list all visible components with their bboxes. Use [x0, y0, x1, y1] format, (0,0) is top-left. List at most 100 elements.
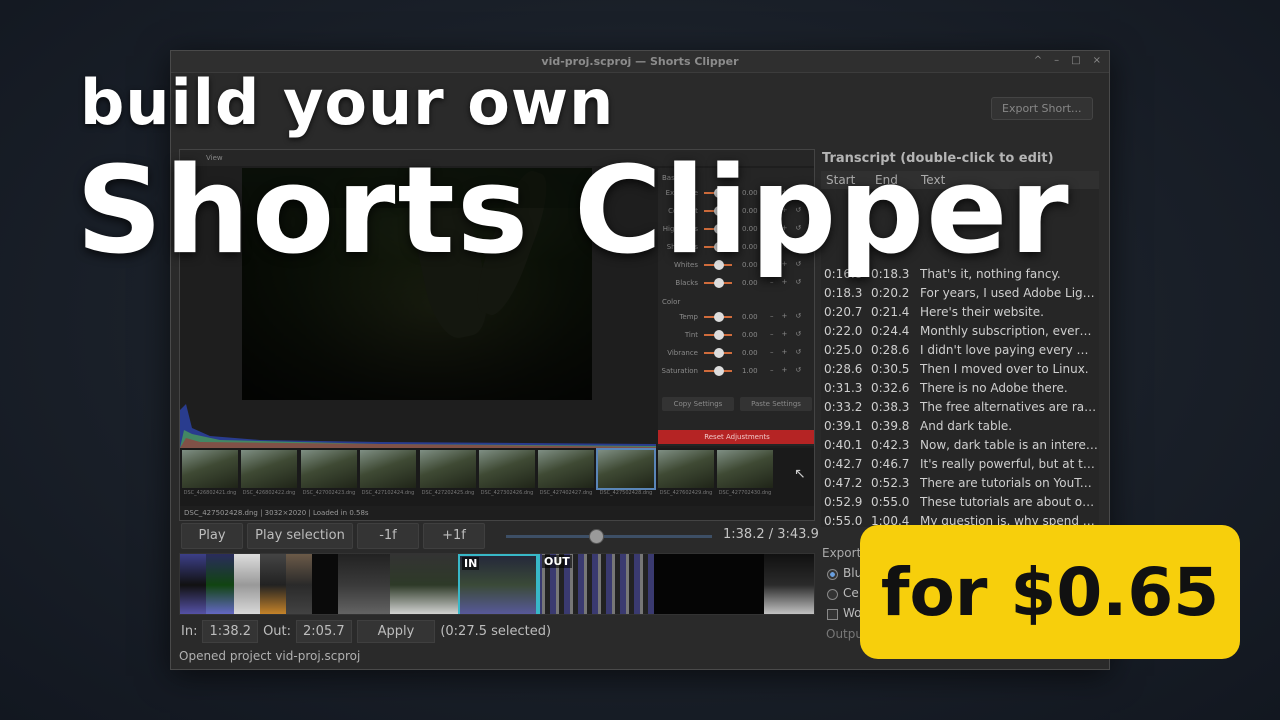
timeline-frame: [206, 554, 234, 614]
transcript-row[interactable]: 0:47.2 0:52.3 There are tutorials on YouTu…: [821, 474, 1099, 493]
thumbnail-name: DSC_427202425.dng: [421, 490, 475, 496]
slider-knob[interactable]: [714, 312, 724, 322]
color-section-label: Color: [662, 298, 681, 306]
thumbnail-name: DSC_427302426.dng: [480, 490, 534, 496]
play-selection-button[interactable]: Play selection: [247, 523, 353, 549]
plus-minus-icon[interactable]: –+↺: [770, 330, 809, 338]
thumbnail-name: DSC_427002423.dng: [302, 490, 356, 496]
timeline-frame: [390, 554, 458, 614]
thumbnail-name: DSC_427702430.dng: [718, 490, 772, 496]
window-maximize-icon[interactable]: □: [1071, 55, 1080, 66]
adj-row[interactable]: Saturation 1.00 –+↺: [658, 364, 814, 378]
export-option-checkbox[interactable]: [827, 609, 838, 620]
adj-label: Temp: [679, 313, 698, 321]
thumbnail[interactable]: [420, 450, 476, 488]
seek-knob[interactable]: [589, 529, 605, 544]
out-label: Out:: [263, 623, 292, 639]
transcript-row[interactable]: 0:28.6 0:30.5 Then I moved over to Linux.: [821, 360, 1099, 379]
timeline-frame: [338, 554, 390, 614]
back-frame-button[interactable]: -1f: [357, 523, 419, 549]
out-time-field[interactable]: 2:05.7: [296, 619, 352, 643]
transport-bar: Play Play selection -1f +1f: [181, 523, 485, 549]
copy-paste-bar: Copy Settings Paste Settings: [662, 397, 812, 411]
in-label: In:: [181, 623, 198, 639]
export-short-button[interactable]: Export Short...: [991, 97, 1093, 120]
transcript-row[interactable]: 0:39.1 0:39.8 And dark table.: [821, 417, 1099, 436]
timeline[interactable]: IN OUT: [179, 553, 815, 615]
export-option-radio[interactable]: [827, 569, 838, 580]
adj-row[interactable]: Vibrance 0.00 –+↺: [658, 346, 814, 360]
slider-knob[interactable]: [714, 330, 724, 340]
timeline-frame: [764, 554, 814, 614]
adj-row[interactable]: Temp 0.00 –+↺: [658, 310, 814, 324]
timeline-frame: [260, 554, 286, 614]
timeline-frame: [312, 554, 338, 614]
plus-minus-icon[interactable]: –+↺: [770, 312, 809, 320]
status-bar: Opened project vid-proj.scproj: [179, 649, 361, 663]
play-button[interactable]: Play: [181, 523, 243, 549]
adj-label: Tint: [684, 331, 698, 339]
thumbnail-name: DSC_426802421.dng: [183, 490, 237, 496]
thumbnail[interactable]: [538, 450, 594, 488]
thumbnail[interactable]: [658, 450, 714, 488]
thumbnail-name: DSC_426802422.dng: [242, 490, 296, 496]
thumbnail-name: DSC_427102424.dng: [361, 490, 415, 496]
out-marker[interactable]: OUT: [538, 554, 572, 614]
thumbnail[interactable]: [301, 450, 357, 488]
transcript-row[interactable]: 0:22.0 0:24.4 Monthly subscription, every …: [821, 322, 1099, 341]
slider-knob[interactable]: [714, 348, 724, 358]
thumbnail[interactable]: [717, 450, 773, 488]
transcript-row[interactable]: 0:42.7 0:46.7 It's really powerful, but at…: [821, 455, 1099, 474]
export-option-label: Ce: [843, 586, 859, 600]
plus-minus-icon[interactable]: –+↺: [770, 348, 809, 356]
in-tag: IN: [462, 557, 480, 570]
output-label: Outpu: [826, 627, 863, 641]
seek-slider[interactable]: [506, 529, 712, 544]
transcript-row[interactable]: 0:33.2 0:38.3 The free alternatives are ra…: [821, 398, 1099, 417]
price-badge: for $0.65: [860, 525, 1240, 659]
adj-row[interactable]: Tint 0.00 –+↺: [658, 328, 814, 342]
histogram: [180, 400, 656, 448]
transcript-row[interactable]: 0:40.1 0:42.3 Now, dark table is an intere…: [821, 436, 1099, 455]
timeline-frame: [234, 554, 260, 614]
window-minimize-icon[interactable]: –: [1054, 55, 1059, 66]
timeline-frame: [654, 554, 764, 614]
apply-button[interactable]: Apply: [356, 619, 436, 643]
forward-frame-button[interactable]: +1f: [423, 523, 485, 549]
out-tag: OUT: [542, 555, 572, 568]
slider-knob[interactable]: [714, 366, 724, 376]
thumbnail-name: DSC_427502428.dng: [599, 490, 653, 496]
adj-value: 0.00: [742, 349, 758, 357]
transcript-row[interactable]: 0:25.0 0:28.6 I didn't love paying every m…: [821, 341, 1099, 360]
transcript-row[interactable]: 0:52.9 0:55.0 These tutorials are about on…: [821, 493, 1099, 512]
window-close-icon[interactable]: ×: [1093, 55, 1101, 66]
reset-adjustments-button[interactable]: Reset Adjustments: [658, 430, 814, 444]
timeline-frame: [286, 554, 312, 614]
timecode: 1:38.2 / 3:43.9: [723, 527, 819, 542]
thumbnail[interactable]: [182, 450, 238, 488]
thumbnail-name: DSC_427402427.dng: [539, 490, 593, 496]
thumbnail[interactable]: [241, 450, 297, 488]
thumbnail[interactable]: [479, 450, 535, 488]
adj-value: 0.00: [742, 331, 758, 339]
copy-settings-button[interactable]: Copy Settings: [662, 397, 734, 411]
adj-value: 0.00: [742, 313, 758, 321]
thumbnail[interactable]: [360, 450, 416, 488]
thumbnail-strip: DSC_426802421.dng DSC_426802422.dng DSC_…: [180, 448, 814, 508]
in-marker[interactable]: IN: [458, 554, 538, 614]
mouse-cursor-icon: ↖: [794, 466, 806, 482]
export-group-label: Export: [822, 546, 862, 560]
paste-settings-button[interactable]: Paste Settings: [740, 397, 812, 411]
plus-minus-icon[interactable]: –+↺: [770, 366, 809, 374]
transcript-row[interactable]: 0:31.3 0:32.6 There is no Adobe there.: [821, 379, 1099, 398]
in-time-field[interactable]: 1:38.2: [202, 619, 259, 643]
transcript-row[interactable]: 0:18.3 0:20.2 For years, I used Adobe Ligh…: [821, 284, 1099, 303]
thumbnail-selected[interactable]: [596, 448, 656, 490]
adj-label: Saturation: [661, 367, 699, 375]
window-up-icon[interactable]: ^: [1034, 55, 1042, 66]
export-option-radio[interactable]: [827, 589, 838, 600]
transcript-row[interactable]: 0:20.7 0:21.4 Here's their website.: [821, 303, 1099, 322]
adj-label: Vibrance: [667, 349, 698, 357]
timeline-frame: [180, 554, 206, 614]
price-text: for $0.65: [880, 553, 1220, 631]
